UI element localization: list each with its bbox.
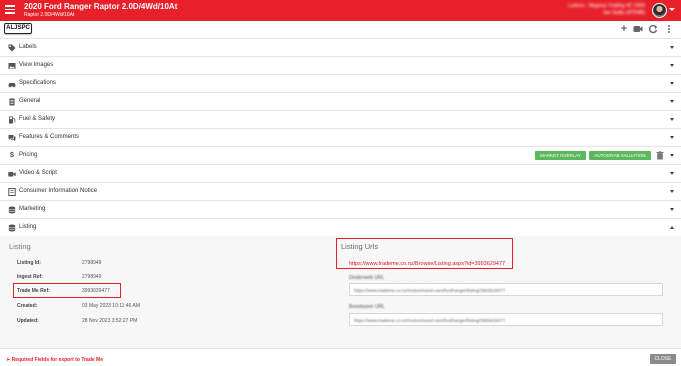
database-icon (8, 224, 16, 232)
comments-icon (8, 134, 16, 142)
dollar-icon: $ (10, 152, 14, 159)
refresh-icon[interactable] (648, 24, 658, 34)
section-labels[interactable]: Labels (0, 38, 681, 56)
updated-value: 28 Nov 2023 3:52:27 PM (82, 318, 138, 324)
trade-me-ref-label: Trade Me Ref: (17, 288, 50, 294)
app-header: 2020 Ford Ranger Raptor 2.0D/4Wd/10At Ra… (0, 0, 681, 21)
vehicle-title: 2020 Ford Ranger Raptor 2.0D/4Wd/10At (24, 2, 178, 11)
section-video-script[interactable]: Video & Script (0, 164, 681, 182)
stock-code-badge: ALJSPC (4, 23, 32, 34)
chevron-up-icon[interactable] (670, 226, 674, 229)
created-value: 03 May 2023 10:11:46 AM (82, 303, 141, 309)
database-icon (8, 206, 16, 214)
section-general[interactable]: General (0, 92, 681, 110)
section-label: View Images (19, 62, 54, 68)
toolbar: ALJSPC + (0, 21, 681, 37)
chevron-down-icon[interactable] (670, 64, 674, 67)
ds-url-value: https://www.trademe.co.nz/motors/used-ca… (354, 287, 506, 293)
tag-icon (8, 44, 16, 52)
section-label: Marketing (19, 206, 46, 212)
section-label: Pricing (19, 152, 38, 158)
dp-url-value: https://www.trademe.co.nz/motors/used-ca… (354, 317, 506, 323)
chevron-down-icon[interactable] (670, 136, 674, 139)
section-label: Fuel & Safety (19, 116, 56, 122)
notice-icon (8, 188, 16, 196)
section-features-comments[interactable]: Features & Comments (0, 128, 681, 146)
video-icon[interactable] (633, 24, 643, 34)
chevron-down-icon[interactable] (670, 100, 674, 103)
section-fuel-safety[interactable]: Fuel & Safety (0, 110, 681, 128)
section-label: General (19, 98, 41, 104)
vehicle-subtitle: Raptor 2.0D/4Wd/10At (24, 12, 75, 18)
ds-url-label: Dealerweb URL (349, 275, 385, 281)
dp-url-field[interactable]: https://www.trademe.co.nz/motors/used-ca… (349, 313, 663, 326)
chevron-down-icon[interactable] (670, 46, 674, 49)
trash-icon[interactable] (656, 151, 664, 160)
autograb-valuation-button[interactable]: AUTOGRAB VALUATION (589, 151, 651, 160)
chevron-down-icon[interactable] (669, 8, 675, 11)
hamburger-menu-icon[interactable] (5, 5, 15, 15)
section-pricing[interactable]: $ Pricing MARKET OVERLAY AUTOGRAB VALUAT… (0, 146, 681, 164)
trademe-listing-link[interactable]: https://www.trademe.co.nz/Browse/Listing… (349, 261, 505, 267)
listing-title: Listing (9, 242, 31, 251)
section-view-images[interactable]: View Images (0, 56, 681, 74)
listing-urls-title: Listing Urls (341, 242, 379, 251)
chevron-down-icon[interactable] (670, 82, 674, 85)
chevron-down-icon[interactable] (670, 118, 674, 121)
user-dealer: Lukens - Magnus Trading 4C 1960 (568, 3, 645, 9)
section-label: Labels (19, 44, 37, 50)
created-label: Created: (17, 303, 38, 309)
listing-id-value: 2798949 (82, 260, 102, 266)
user-info: Lukens - Magnus Trading 4C 1960 Jan Sadl… (568, 3, 645, 17)
section-label: Features & Comments (19, 134, 80, 140)
listing-id-label: Listing Id: (17, 260, 41, 266)
section-label: Consumer Information Notice (19, 188, 98, 194)
market-overlay-button[interactable]: MARKET OVERLAY (535, 151, 586, 160)
video-icon (8, 170, 16, 178)
dp-url-label: Boostwave URL (349, 304, 385, 310)
section-marketing[interactable]: Marketing (0, 200, 681, 218)
document-icon (8, 98, 16, 106)
section-consumer-information-notice[interactable]: Consumer Information Notice (0, 182, 681, 200)
chevron-down-icon[interactable] (670, 172, 674, 175)
chevron-down-icon[interactable] (670, 190, 674, 193)
chevron-down-icon[interactable] (670, 208, 674, 211)
required-fields-note: ➤ Required Fields for export to Trade Me (6, 357, 103, 363)
plus-icon[interactable]: + (619, 24, 629, 35)
section-label: Listing (19, 224, 37, 230)
fuel-icon (8, 116, 16, 124)
close-button[interactable]: CLOSE (650, 354, 676, 364)
updated-label: Updated: (17, 318, 39, 324)
section-listing[interactable]: Listing (0, 218, 681, 236)
user-name: Jan Sadly (ATR4B) (602, 10, 645, 16)
car-icon (8, 80, 16, 88)
section-label: Specifications (19, 80, 57, 86)
more-vertical-icon[interactable] (664, 24, 674, 34)
chevron-down-icon[interactable] (670, 154, 674, 157)
section-specifications[interactable]: Specifications (0, 74, 681, 92)
required-arrow-icon: ➤ (6, 357, 11, 363)
required-fields-text: Required Fields for export to Trade Me (11, 357, 103, 363)
ingest-ref-label: Ingest Ref: (17, 274, 43, 280)
section-label: Video & Script (19, 170, 57, 176)
image-icon (8, 62, 16, 70)
avatar[interactable] (652, 3, 667, 18)
trade-me-ref-value: 3993629477 (82, 288, 110, 294)
ds-url-field[interactable]: https://www.trademe.co.nz/motors/used-ca… (349, 283, 663, 296)
ingest-ref-value: 2798949 (82, 274, 102, 280)
dialog-footer: ➤ Required Fields for export to Trade Me… (0, 348, 681, 366)
